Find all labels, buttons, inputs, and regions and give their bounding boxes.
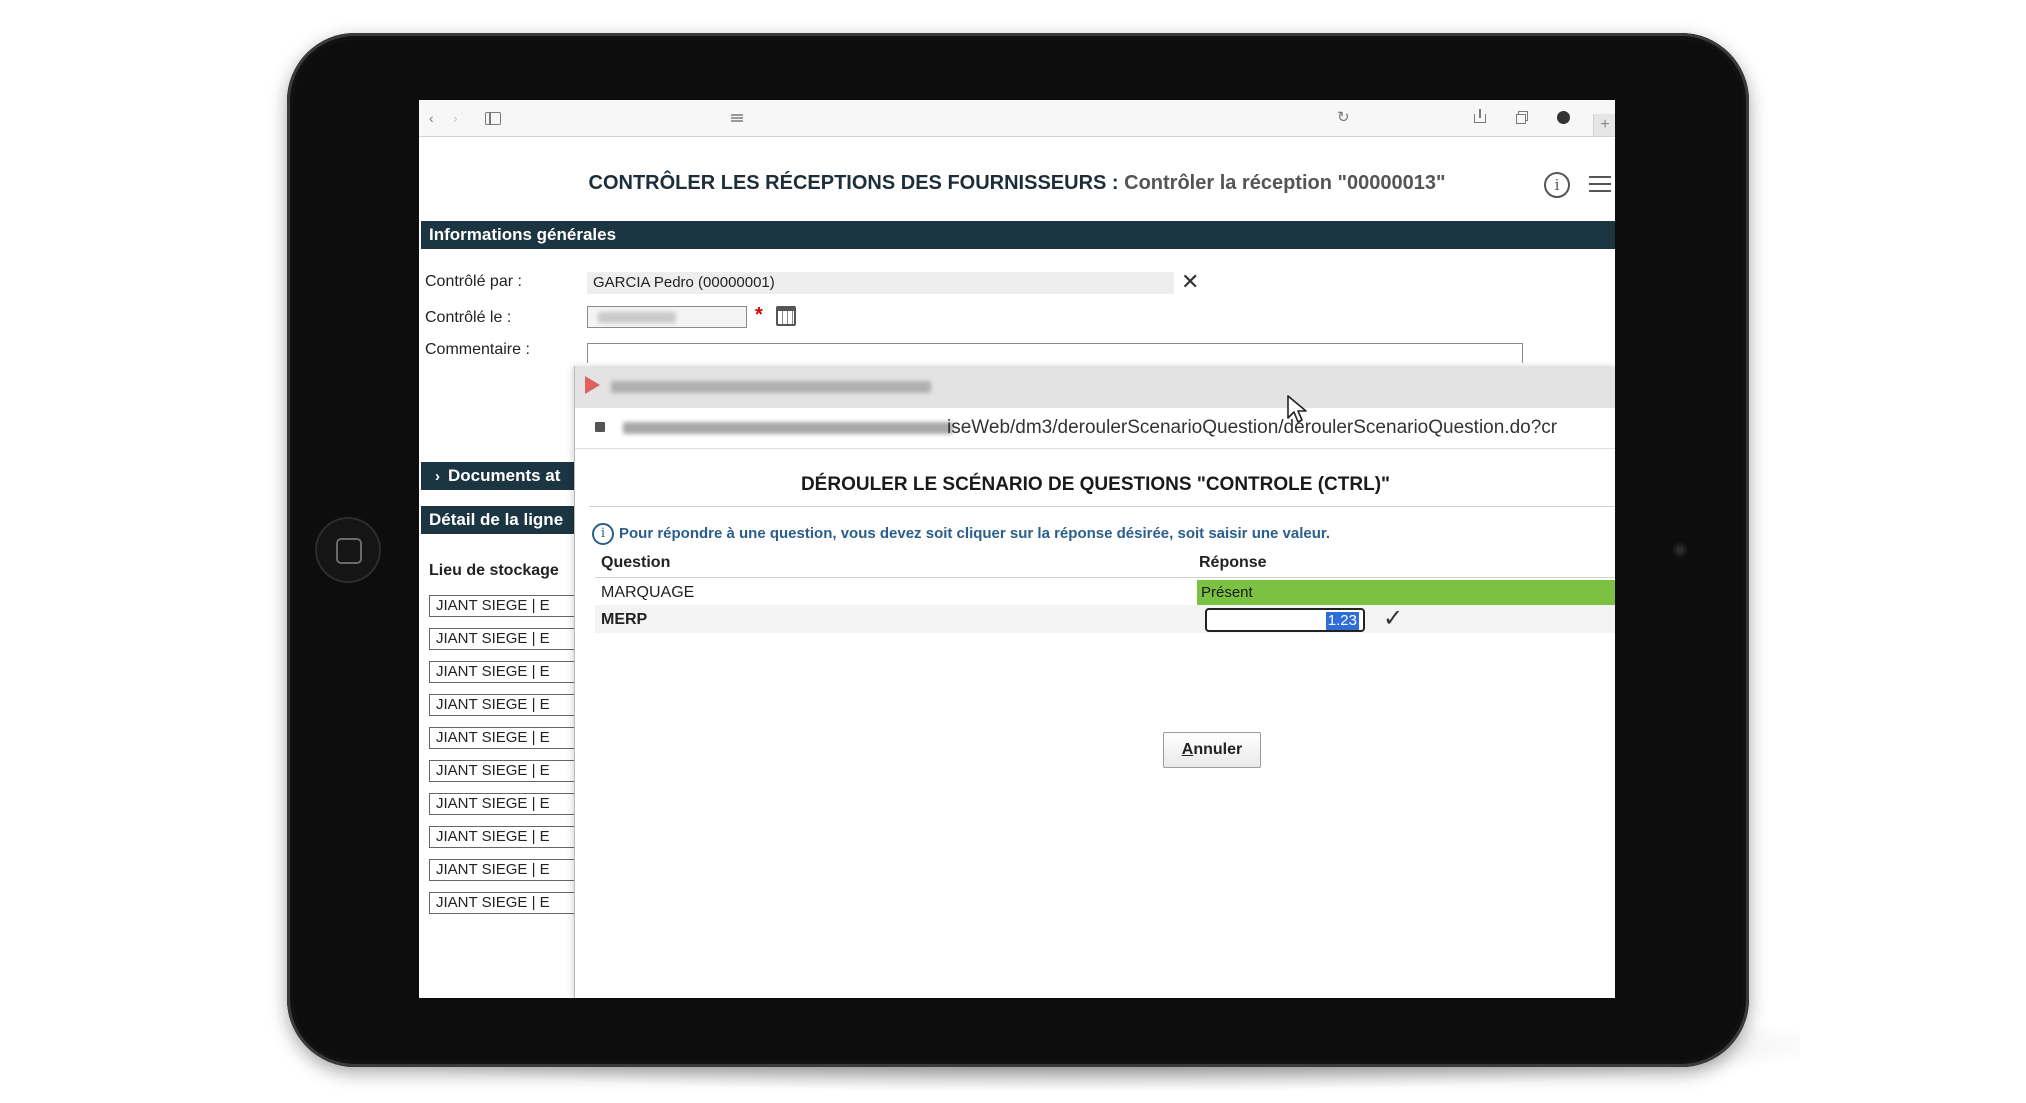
response-present-label: Présent <box>1201 584 1253 601</box>
popup-url-bar: iseWeb/dm3/deroulerScenarioQuestion/dero… <box>575 408 1615 449</box>
section-header-general-label: Informations générales <box>429 225 617 244</box>
address-bar[interactable] <box>731 112 1031 124</box>
comment-textarea[interactable] <box>587 343 1523 363</box>
hamburger-menu-icon[interactable] <box>1589 176 1611 194</box>
app-logo-icon <box>585 376 600 394</box>
controlled-by-label: Contrôlé par : <box>425 273 522 290</box>
section-header-documents-label: Documents at <box>448 466 561 485</box>
section-header-line-detail-label: Détail de la ligne <box>429 510 564 529</box>
storage-row-label: JIANT SIEGE | E <box>436 894 550 911</box>
mouse-cursor-icon <box>1287 395 1307 423</box>
question-merp: MERP <box>601 611 648 628</box>
share-icon[interactable] <box>1474 109 1486 123</box>
storage-row-label: JIANT SIEGE | E <box>436 828 550 845</box>
popup-titlebar[interactable] <box>575 366 1615 408</box>
popup-url-text: iseWeb/dm3/deroulerScenarioQuestion/dero… <box>947 417 1558 438</box>
storage-row[interactable]: JIANT SIEGE | E <box>429 859 589 881</box>
cancel-button[interactable]: Annuler <box>1163 732 1261 768</box>
forward-icon[interactable]: › <box>453 100 458 136</box>
page-title: CONTRÔLER LES RÉCEPTIONS DES FOURNISSEUR… <box>419 172 1615 195</box>
checkmark-icon[interactable]: ✓ <box>1383 604 1403 633</box>
info-circle-icon[interactable]: i <box>1544 172 1570 198</box>
question-column-header: Question <box>601 554 671 571</box>
storage-row[interactable]: JIANT SIEGE | E <box>429 826 589 848</box>
page-title-sub: Contrôler la réception "00000013" <box>1124 172 1446 194</box>
response-present-option[interactable]: Présent <box>1197 580 1615 606</box>
response-column-header: Réponse <box>1199 554 1267 571</box>
camera-icon <box>1673 543 1687 557</box>
home-button-icon <box>336 538 362 564</box>
storage-row[interactable]: JIANT SIEGE | E <box>429 793 589 815</box>
controlled-on-label: Contrôlé le : <box>425 309 512 326</box>
storage-row-label: JIANT SIEGE | E <box>436 696 550 713</box>
popup-instructions: Pour répondre à une question, vous devez… <box>619 525 1331 542</box>
comment-label: Commentaire : <box>425 341 530 358</box>
back-icon[interactable]: ‹ <box>429 100 434 136</box>
merp-value-selected: 1.23 <box>1325 612 1359 630</box>
storage-row[interactable]: JIANT SIEGE | E <box>429 694 589 716</box>
scenario-popup-window: iseWeb/dm3/deroulerScenarioQuestion/dero… <box>574 366 1615 998</box>
storage-row[interactable]: JIANT SIEGE | E <box>429 892 589 914</box>
download-icon[interactable] <box>1557 111 1570 124</box>
chevron-right-icon: › <box>435 468 440 485</box>
sidebar-icon[interactable] <box>485 112 501 125</box>
popup-title: DÉROULER LE SCÉNARIO DE QUESTIONS "CONTR… <box>800 474 1391 495</box>
info-circle-icon: i <box>592 523 614 545</box>
storage-row-label: JIANT SIEGE | E <box>436 861 550 878</box>
storage-row-label: JIANT SIEGE | E <box>436 630 550 647</box>
question-marquage: MARQUAGE <box>601 584 695 601</box>
storage-row-label: JIANT SIEGE | E <box>436 663 550 680</box>
storage-row[interactable]: JIANT SIEGE | E <box>429 760 589 782</box>
storage-row-label: JIANT SIEGE | E <box>436 597 550 614</box>
browser-toolbar: ‹ › ↻ + <box>419 100 1615 137</box>
calendar-icon[interactable] <box>776 306 796 326</box>
tabs-icon[interactable] <box>1516 111 1528 124</box>
controlled-by-field[interactable]: GARCIA Pedro (00000001) <box>587 272 1174 294</box>
storage-row[interactable]: JIANT SIEGE | E <box>429 595 589 617</box>
storage-row[interactable]: JIANT SIEGE | E <box>429 727 589 749</box>
table-row <box>595 605 1615 633</box>
storage-row[interactable]: JIANT SIEGE | E <box>429 628 589 650</box>
controlled-on-date-input[interactable] <box>587 306 747 328</box>
close-icon[interactable]: ✕ <box>1181 270 1199 294</box>
new-tab-icon[interactable]: + <box>1593 114 1615 136</box>
divider <box>589 506 1615 507</box>
section-header-documents[interactable]: › Documents at <box>421 462 581 490</box>
section-header-line-detail: Détail de la ligne <box>421 506 581 534</box>
storage-row-label: JIANT SIEGE | E <box>436 795 550 812</box>
cancel-button-label: nnuler <box>1193 741 1243 758</box>
cancel-button-accel: A <box>1181 741 1194 758</box>
storage-row-label: JIANT SIEGE | E <box>436 729 550 746</box>
lock-icon <box>595 422 605 432</box>
reload-icon[interactable]: ↻ <box>1337 100 1350 136</box>
storage-row-label: JIANT SIEGE | E <box>436 762 550 779</box>
required-marker: * <box>755 304 763 326</box>
divider <box>595 577 1615 578</box>
section-header-general: Informations générales <box>421 221 1615 249</box>
storage-row[interactable]: JIANT SIEGE | E <box>429 661 589 683</box>
storage-column-header: Lieu de stockage <box>429 562 559 579</box>
page-title-main: CONTRÔLER LES RÉCEPTIONS DES FOURNISSEUR… <box>588 172 1119 194</box>
tablet-screen: ‹ › ↻ + CONTRÔLER LES RÉCEPTIONS DES FOU… <box>419 100 1615 998</box>
merp-value-input[interactable]: 1.23 <box>1205 608 1365 632</box>
controlled-by-value: GARCIA Pedro (00000001) <box>593 274 775 291</box>
